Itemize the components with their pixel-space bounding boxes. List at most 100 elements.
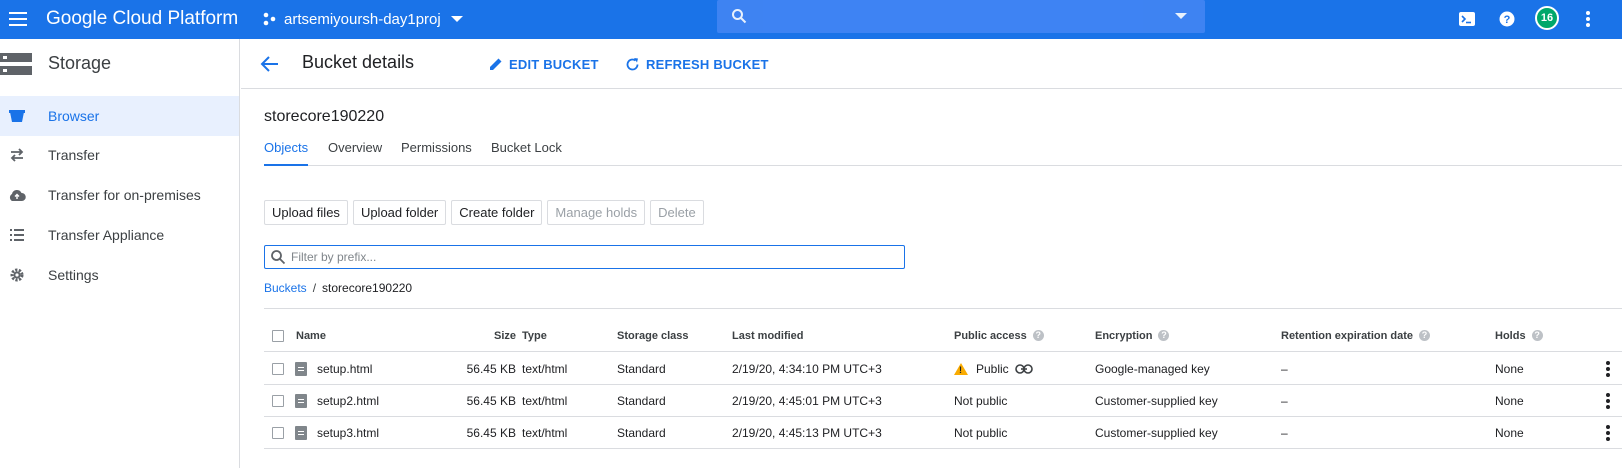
- chevron-down-icon: [450, 16, 463, 22]
- project-selector[interactable]: artsemiyoursh-day1proj: [262, 6, 463, 32]
- tab-bar: Objects Overview Permissions Bucket Lock: [264, 138, 1622, 166]
- last-modified-cell: 2/19/20, 4:45:13 PM UTC+3: [732, 425, 882, 440]
- help-icon[interactable]: ?: [1158, 330, 1170, 341]
- row-menu-icon[interactable]: [1606, 353, 1610, 384]
- project-name: artsemiyoursh-day1proj: [284, 10, 441, 28]
- sidebar-item-label: Transfer for on-premises: [48, 187, 201, 203]
- retention-cell: –: [1281, 393, 1288, 408]
- tab-bucket-lock[interactable]: Bucket Lock: [491, 140, 562, 166]
- create-folder-button[interactable]: Create folder: [451, 200, 543, 225]
- cloud-shell-icon[interactable]: [1456, 7, 1478, 31]
- file-icon: [295, 361, 307, 376]
- divider: [264, 308, 1622, 309]
- filter-input[interactable]: [291, 247, 904, 267]
- help-icon[interactable]: ?: [1496, 7, 1518, 31]
- file-name-cell[interactable]: setup2.html: [295, 385, 379, 416]
- edit-bucket-label: EDIT BUCKET: [509, 56, 599, 72]
- size-cell: 56.45 KB: [466, 393, 516, 408]
- sidebar-item-label: Settings: [48, 267, 99, 283]
- sidebar-item-transfer[interactable]: Transfer: [0, 135, 239, 175]
- avatar[interactable]: 16: [1535, 6, 1559, 30]
- menu-icon[interactable]: [6, 7, 30, 31]
- file-name-cell[interactable]: setup.html: [295, 353, 372, 384]
- gear-icon: [8, 266, 26, 284]
- help-icon[interactable]: ?: [1032, 330, 1044, 341]
- page-title: Bucket details: [302, 52, 415, 72]
- row-checkbox[interactable]: [272, 385, 284, 416]
- type-cell: text/html: [522, 425, 568, 440]
- edit-bucket-button[interactable]: EDIT BUCKET: [489, 53, 599, 75]
- column-header-label: Retention expiration date: [1281, 330, 1414, 342]
- file-name: setup.html: [317, 361, 373, 376]
- list-icon: [8, 226, 26, 244]
- holds-cell: None: [1495, 361, 1524, 376]
- column-header-storage-class[interactable]: Storage class: [617, 330, 689, 351]
- sidebar-item-label: Browser: [48, 108, 100, 124]
- transfer-icon: [8, 146, 26, 164]
- encryption-cell: Customer-supplied key: [1095, 425, 1218, 440]
- holds-cell: None: [1495, 425, 1524, 440]
- sidebar-item-settings[interactable]: Settings: [0, 255, 239, 295]
- type-cell: text/html: [522, 361, 568, 376]
- column-header-name[interactable]: Name: [296, 330, 326, 351]
- table-row: setup.html 56.45 KB text/html Standard 2…: [264, 353, 1622, 385]
- select-all-checkbox[interactable]: [272, 330, 284, 351]
- file-name: setup2.html: [317, 393, 380, 408]
- last-modified-cell: 2/19/20, 4:34:10 PM UTC+3: [732, 361, 882, 376]
- page-header: Bucket details EDIT BUCKET REFRESH BUCKE…: [241, 39, 1622, 89]
- tab-permissions[interactable]: Permissions: [401, 140, 472, 166]
- table-row: setup2.html 56.45 KB text/html Standard …: [264, 385, 1622, 417]
- public-access-cell: Not public: [954, 393, 1008, 408]
- breadcrumb: Buckets / storecore190220: [264, 281, 412, 295]
- delete-button[interactable]: Delete: [650, 200, 704, 225]
- last-modified-cell: 2/19/20, 4:45:01 PM UTC+3: [732, 393, 882, 408]
- column-header-holds[interactable]: Holds?: [1495, 330, 1543, 351]
- retention-cell: –: [1281, 425, 1288, 440]
- manage-holds-button[interactable]: Manage holds: [547, 200, 646, 225]
- object-actions: Upload files Upload folder Create folder…: [264, 200, 704, 225]
- column-header-retention[interactable]: Retention expiration date?: [1281, 330, 1431, 351]
- storage-icon: [0, 53, 32, 75]
- tab-overview[interactable]: Overview: [328, 140, 382, 166]
- sidebar-item-browser[interactable]: Browser: [0, 96, 239, 136]
- breadcrumb-buckets-link[interactable]: Buckets: [264, 281, 307, 295]
- row-checkbox[interactable]: [272, 353, 284, 384]
- breadcrumb-current: storecore190220: [322, 281, 413, 295]
- encryption-cell: Google-managed key: [1095, 361, 1210, 376]
- column-header-public-access[interactable]: Public access?: [954, 330, 1044, 351]
- search-bar[interactable]: [717, 0, 1205, 33]
- row-menu-icon[interactable]: [1606, 385, 1610, 416]
- search-icon: [271, 250, 286, 265]
- sidebar-item-transfer-appliance[interactable]: Transfer Appliance: [0, 215, 239, 255]
- link-icon[interactable]: [1014, 363, 1033, 374]
- tab-objects[interactable]: Objects: [264, 140, 309, 166]
- file-icon: [295, 425, 307, 440]
- upload-folder-button[interactable]: Upload folder: [352, 200, 447, 225]
- sidebar-header: Storage: [0, 39, 239, 89]
- column-header-label: Encryption: [1095, 330, 1153, 342]
- column-header-last-modified[interactable]: Last modified: [732, 330, 804, 351]
- help-icon[interactable]: ?: [1419, 330, 1431, 341]
- search-dropdown-icon[interactable]: [1175, 13, 1187, 19]
- bucket-icon: [8, 107, 26, 125]
- file-name-cell[interactable]: setup3.html: [295, 417, 379, 448]
- column-header-size[interactable]: Size: [476, 330, 516, 351]
- row-checkbox[interactable]: [272, 417, 284, 448]
- back-arrow-icon[interactable]: [259, 53, 281, 75]
- help-icon[interactable]: ?: [1531, 330, 1543, 341]
- encryption-cell: Customer-supplied key: [1095, 393, 1218, 408]
- sidebar-item-transfer-on-premises[interactable]: Transfer for on-premises: [0, 175, 239, 215]
- column-header-encryption[interactable]: Encryption?: [1095, 330, 1170, 351]
- brand-title[interactable]: Google Cloud Platform: [46, 7, 238, 31]
- upload-files-button[interactable]: Upload files: [264, 200, 348, 225]
- search-icon: [732, 9, 747, 24]
- refresh-bucket-button[interactable]: REFRESH BUCKET: [625, 53, 769, 75]
- breadcrumb-separator: /: [312, 281, 317, 295]
- row-menu-icon[interactable]: [1606, 417, 1610, 448]
- size-cell: 56.45 KB: [466, 361, 516, 376]
- column-header-type[interactable]: Type: [522, 330, 547, 351]
- sidebar-item-label: Transfer Appliance: [48, 227, 165, 243]
- retention-cell: –: [1281, 361, 1288, 376]
- sidebar-item-label: Transfer: [48, 147, 100, 163]
- more-vert-icon[interactable]: [1577, 7, 1599, 31]
